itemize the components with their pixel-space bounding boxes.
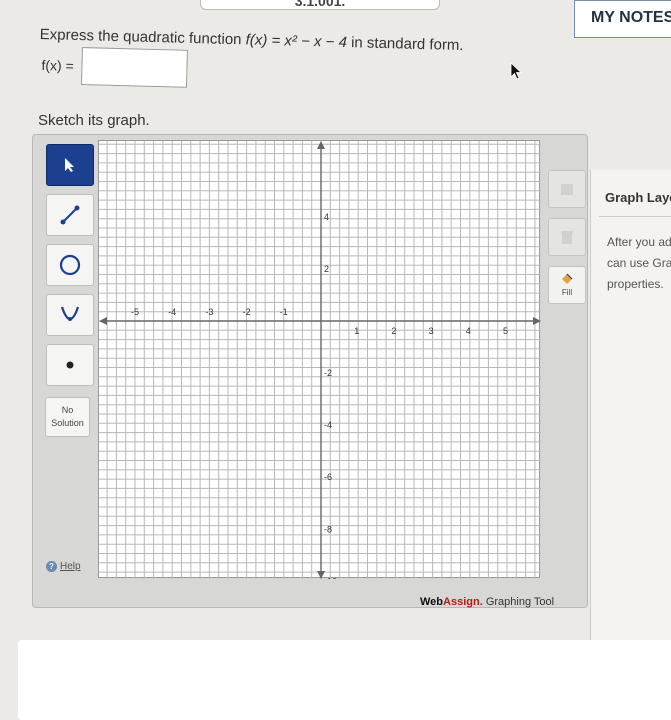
brand-tagline: Graphing Tool [482,596,555,608]
x-axis-right-arrow [533,317,541,325]
x-tick-label: -2 [243,307,251,317]
x-tick-label: 5 [503,326,508,336]
question-suffix: in standard form. [346,34,464,55]
x-axis-left-arrow [99,317,107,325]
fill-button[interactable]: Fill [548,266,586,304]
line-icon [60,205,80,225]
help-label: Help [60,561,81,572]
x-tick-label: 3 [429,326,434,336]
answer-label: f(x) = [41,56,74,74]
delete-tool-button[interactable] [548,170,586,208]
graph-layers-desc-line: can use Gra [607,256,671,270]
assignment-tab: 3.1.001. [200,0,440,10]
x-tick-label: -5 [131,307,139,317]
delete-icon [561,184,573,195]
y-tick-label: -6 [324,472,332,482]
line-tool-button[interactable] [46,194,94,236]
y-tick-label: -4 [324,420,332,430]
answer-row: f(x) = [41,46,189,88]
graph-layers-desc-line: properties. [607,277,664,291]
graph-grid: -5 -4 -3 -2 -1 1 2 3 4 5 4 2 -2 -4 -6 -8 -10 [99,141,541,586]
mouse-cursor-icon [510,62,523,80]
fill-label: Fill [561,288,573,297]
circle-icon [59,254,81,276]
y-axis-top-arrow [317,141,325,149]
graph-layers-divider [599,216,671,217]
graph-layers-title: Graph Laye [605,190,671,205]
help-icon: ? [46,561,57,572]
my-notes-button[interactable]: MY NOTES [574,0,671,38]
question-prefix: Express the quadratic function [39,26,246,49]
standard-form-answer-input[interactable] [81,47,189,88]
point-icon [66,361,74,369]
bottom-card [18,640,671,720]
fill-icon [562,273,573,284]
no-solution-label: Solution [51,418,84,428]
y-tick-label: 4 [324,212,329,222]
graph-layers-description: After you ad can use Gra properties. [607,232,671,295]
x-tick-label: -4 [168,307,176,317]
x-tick-label: -3 [205,307,213,317]
parabola-icon [60,306,80,321]
pointer-tool-button[interactable] [46,144,94,186]
graph-layers-desc-line: After you ad [607,235,671,249]
y-tick-label: -10 [324,576,337,579]
x-tick-label: 1 [354,326,359,336]
function-expression: f(x) = x² − x − 4 [245,31,348,52]
pointer-arrow-icon [65,158,74,172]
x-tick-label: 2 [391,326,396,336]
graph-layers-panel: Graph Laye After you ad can use Gra prop… [590,170,671,690]
brand-web: Web [420,596,444,608]
trash-icon [561,231,573,244]
y-tick-label: 2 [324,264,329,274]
parabola-tool-button[interactable] [46,294,94,336]
sketch-label: Sketch its graph. [38,112,150,129]
assignment-number: 3.1.001. [294,0,346,9]
webassign-graphing-tool-brand: WebAssign. Graphing Tool [420,596,554,608]
brand-assign: Assign. [443,596,483,608]
circle-tool-button[interactable] [46,244,94,286]
no-solution-button[interactable]: No Solution [45,397,90,437]
help-link[interactable]: ? Help [46,561,81,572]
point-tool-button[interactable] [46,344,94,386]
x-tick-label: 4 [466,326,471,336]
no-solution-label: No [61,405,74,415]
y-tick-label: -8 [324,524,332,534]
x-tick-label: -1 [280,307,288,317]
y-tick-label: -2 [324,368,332,378]
graph-canvas[interactable]: -5 -4 -3 -2 -1 1 2 3 4 5 4 2 -2 -4 -6 -8 -10 [98,140,541,586]
clear-all-button[interactable] [548,218,586,256]
